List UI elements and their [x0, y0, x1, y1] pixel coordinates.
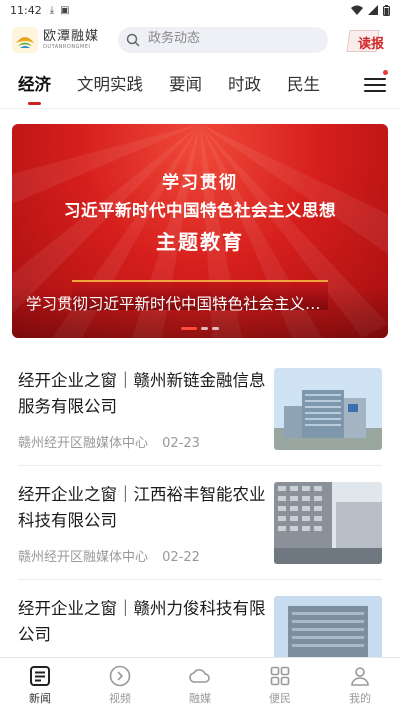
- logo-name: 欧潭融媒: [43, 29, 100, 44]
- status-indicators: [351, 4, 390, 16]
- nav-label: 便民: [269, 691, 291, 705]
- app-logo: 欧潭融媒 OUTANRONGMEI: [12, 27, 112, 53]
- status-bar: 11:42 ⤓ ▣: [0, 0, 400, 20]
- carousel-dot: [212, 327, 219, 330]
- wifi-icon: [351, 5, 363, 15]
- news-title: 经开企业之窗｜赣州新链金融信息服务有限公司: [18, 371, 266, 416]
- read-paper-label: 读报: [358, 37, 385, 52]
- tab-politics[interactable]: 时政: [228, 64, 261, 108]
- banner-heading-line1: 学习贯彻: [162, 173, 238, 193]
- grid-icon: [270, 666, 290, 685]
- nav-label: 新闻: [29, 691, 51, 705]
- tab-civilization-practice[interactable]: 文明实践: [77, 64, 143, 108]
- nav-media[interactable]: 融媒: [160, 658, 240, 711]
- tab-economy[interactable]: 经济: [18, 64, 51, 108]
- logo-subtitle: OUTANRONGMEI: [43, 44, 91, 50]
- carousel-dot: [201, 327, 208, 330]
- app-header: 欧潭融媒 OUTANRONGMEI 政务动态 读报: [0, 20, 400, 60]
- battery-icon: [383, 4, 390, 16]
- menu-icon-bar: [364, 90, 386, 92]
- nav-label: 我的: [349, 691, 371, 705]
- news-meta: 赣州经开区融媒体中心 02-22: [18, 546, 200, 565]
- nav-video[interactable]: 视频: [80, 658, 160, 711]
- banner-caption: 学习贯彻习近平新时代中国特色社会主义…: [26, 295, 321, 313]
- search-box[interactable]: 政务动态: [118, 27, 328, 53]
- notification-icon: ▣: [60, 4, 70, 16]
- news-meta: 赣州经开区融媒体中心 02-23: [18, 432, 200, 451]
- status-time: 11:42: [10, 3, 42, 17]
- news-icon: [30, 665, 50, 686]
- banner-heading-line3: 主题教育: [156, 230, 244, 254]
- news-title: 经开企业之窗｜赣州力俊科技有限公司: [18, 599, 266, 644]
- video-icon: [109, 665, 131, 686]
- news-title: 经开企业之窗｜江西裕丰智能农业科技有限公司: [18, 485, 266, 530]
- banner-heading-line2: 习近平新时代中国特色社会主义思想: [64, 201, 336, 220]
- search-icon: [126, 33, 140, 47]
- nav-label: 融媒: [189, 691, 211, 705]
- search-placeholder: 政务动态: [148, 30, 201, 46]
- news-item[interactable]: 经开企业之窗｜江西裕丰智能农业科技有限公司 赣州经开区融媒体中心 02-22: [18, 466, 382, 580]
- user-icon: [351, 666, 369, 686]
- nav-services[interactable]: 便民: [240, 658, 320, 711]
- carousel-dot: [181, 327, 197, 330]
- news-thumbnail-building-image: [274, 368, 382, 450]
- news-item[interactable]: 经开企业之窗｜赣州新链金融信息服务有限公司 赣州经开区融媒体中心 02-23: [18, 352, 382, 466]
- signal-icon: [368, 5, 378, 15]
- logo-text: 欧潭融媒 OUTANRONGMEI: [43, 29, 99, 51]
- banner-caption-bar: 学习贯彻习近平新时代中国特色社会主义…: [12, 286, 388, 338]
- tab-top-news[interactable]: 要闻: [169, 64, 202, 108]
- app-screen: 11:42 ⤓ ▣ 欧潭融媒 OUTANRONGMEI 政务动态 读报 经济 文…: [0, 0, 400, 711]
- logo-mark-icon: [12, 27, 38, 53]
- nav-news[interactable]: 新闻: [0, 658, 80, 711]
- channel-menu-button[interactable]: [364, 74, 386, 96]
- nav-profile[interactable]: 我的: [320, 658, 400, 711]
- news-source: 赣州经开区融媒体中心: [18, 436, 149, 451]
- menu-notification-dot: [383, 70, 388, 75]
- news-date: 02-23: [162, 436, 200, 451]
- tab-livelihood[interactable]: 民生: [287, 64, 320, 108]
- tab-divider: [0, 108, 400, 109]
- menu-icon-bar: [364, 78, 386, 80]
- news-thumbnail-building-image: [274, 482, 382, 564]
- bottom-navigation: 新闻 视频 融媒 便民 我的: [0, 657, 400, 711]
- banner-carousel[interactable]: 学习贯彻 习近平新时代中国特色社会主义思想 主题教育 学习贯彻习近平新时代中国特…: [12, 124, 388, 338]
- nav-label: 视频: [109, 691, 131, 705]
- download-icon: ⤓: [49, 4, 55, 16]
- channel-tabs: 经济 文明实践 要闻 时政 民生: [0, 64, 400, 108]
- news-list: 经开企业之窗｜赣州新链金融信息服务有限公司 赣州经开区融媒体中心 02-23 经…: [0, 352, 400, 694]
- carousel-indicator: [12, 327, 388, 330]
- cloud-icon: [189, 668, 210, 683]
- news-date: 02-22: [162, 550, 200, 565]
- read-paper-button[interactable]: 读报: [346, 26, 388, 54]
- news-source: 赣州经开区融媒体中心: [18, 550, 149, 565]
- menu-icon-bar: [364, 84, 386, 86]
